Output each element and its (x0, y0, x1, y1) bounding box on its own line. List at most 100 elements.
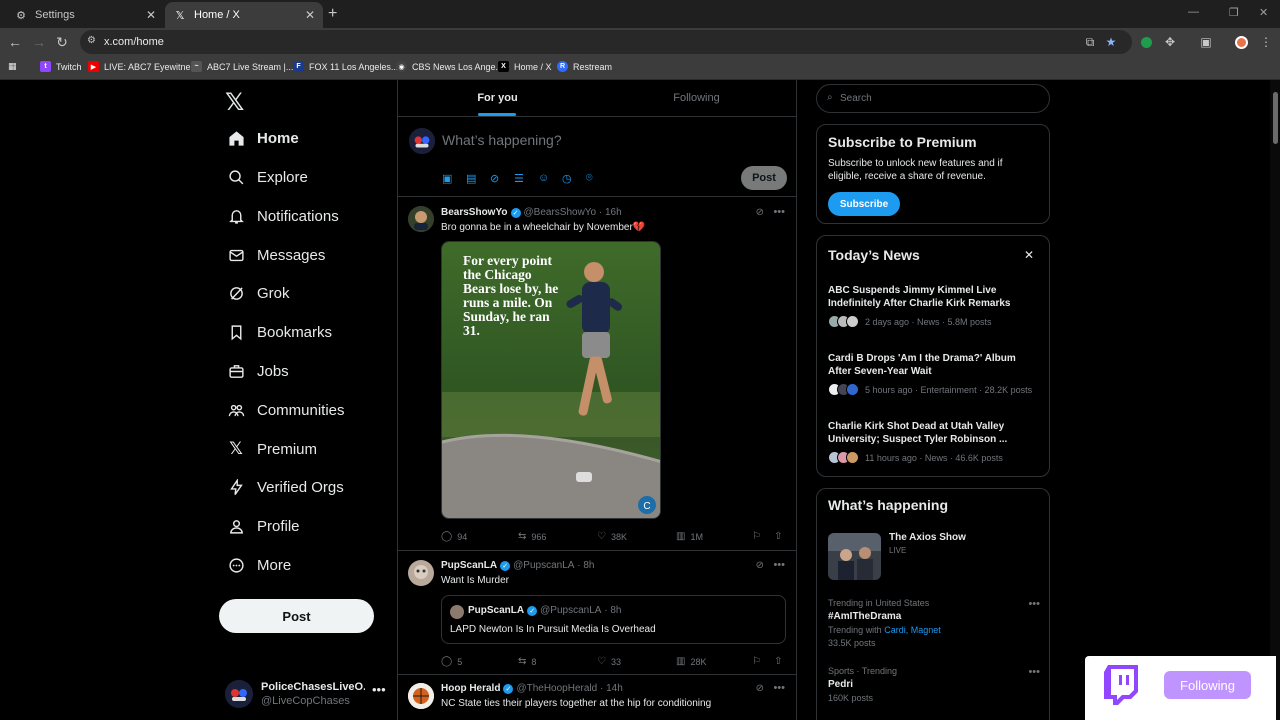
like-button[interactable]: ♡ 38K (597, 531, 627, 542)
bookmark-restream[interactable]: R Restream (557, 61, 612, 72)
reply-button[interactable]: ◯ 5 (441, 656, 462, 667)
tweet-author-name[interactable]: BearsShowYo (441, 207, 508, 218)
menu-icon[interactable]: ⋮ (1259, 35, 1273, 49)
location-icon[interactable]: ⌾ (586, 171, 610, 185)
forward-icon[interactable]: → (30, 33, 48, 51)
puzzle-icon[interactable]: ✥ (1163, 35, 1177, 49)
reload-icon[interactable]: ↻ (53, 33, 71, 51)
sidebar-item-communities[interactable]: Communities (227, 396, 345, 424)
repost-button[interactable]: ⇆ 8 (518, 656, 536, 667)
bookmark-home-x[interactable]: X Home / X (498, 61, 552, 72)
tweet-image[interactable]: C For every point the Chicago Bears lose… (441, 241, 661, 519)
grok-icon[interactable]: ⊘ (756, 207, 764, 218)
news-item[interactable]: Charlie Kirk Shot Dead at Utah Valley Un… (828, 420, 1033, 464)
tab-following[interactable]: Following (597, 80, 796, 116)
sidebar-item-explore[interactable]: Explore (227, 163, 308, 191)
trend-item[interactable]: Sports · Trending Pedri 160K posts ••• (828, 666, 1040, 703)
tweet-author-handle[interactable]: @TheHoopHerald (516, 683, 597, 694)
sidebar-item-grok[interactable]: Grok (227, 279, 290, 307)
apps-icon[interactable]: ▦ (8, 61, 17, 72)
sidebar-item-verified-orgs[interactable]: Verified Orgs (227, 473, 344, 501)
sidebar-item-notifications[interactable]: Notifications (227, 202, 339, 230)
bookmark-abc7-eyewitness[interactable]: ▶ LIVE: ABC7 Eyewitne... (88, 61, 198, 72)
install-app-icon[interactable]: ⧉ (1083, 35, 1097, 49)
emoji-icon[interactable]: ☺ (538, 171, 562, 185)
more-icon[interactable]: ••• (773, 682, 785, 694)
new-tab-button[interactable]: + (328, 5, 337, 23)
compose-post-button[interactable]: Post (741, 166, 787, 190)
close-icon[interactable]: ✕ (146, 8, 156, 22)
sidebar-item-premium[interactable]: 𝕏 Premium (227, 435, 317, 463)
like-button[interactable]: ♡ 33 (597, 656, 621, 667)
reply-button[interactable]: ◯ 94 (441, 531, 467, 542)
tweet-author-name[interactable]: PupScanLA (441, 560, 497, 571)
more-icon[interactable]: ••• (1028, 598, 1040, 610)
share-button[interactable]: ⇧ (774, 531, 787, 542)
search-input[interactable]: ⌕ Search (816, 84, 1050, 113)
scrollbar-thumb[interactable] (1273, 92, 1278, 144)
tweet[interactable]: Hoop Herald ✓ @TheHoopHerald · 14h ⊘ •••… (398, 675, 796, 720)
news-item[interactable]: Cardi B Drops 'Am I the Drama?' Album Af… (828, 352, 1033, 396)
sidebar-item-more[interactable]: More (227, 551, 291, 579)
views-button[interactable]: ▥ 1M (676, 531, 703, 542)
account-switcher[interactable]: PoliceChasesLiveO... @LiveCopChases ••• (225, 676, 390, 712)
extension-green-icon[interactable] (1139, 35, 1153, 49)
trend-with-links[interactable]: Cardi, Magnet (884, 625, 941, 635)
star-icon[interactable]: ★ (1104, 35, 1118, 49)
post-button[interactable]: Post (219, 599, 374, 633)
tweet-time[interactable]: 16h (605, 207, 622, 218)
avatar[interactable] (408, 683, 434, 709)
tweet-author-handle[interactable]: @BearsShowYo (524, 207, 597, 218)
back-icon[interactable]: ← (6, 33, 24, 51)
more-icon[interactable]: ••• (773, 206, 785, 218)
avatar[interactable] (408, 206, 434, 232)
bookmark-twitch[interactable]: t Twitch (40, 61, 82, 72)
grok-icon[interactable]: ⊘ (490, 171, 514, 185)
bookmark-fox11[interactable]: F FOX 11 Los Angeles... (293, 61, 398, 72)
tab-for-you[interactable]: For you (398, 80, 597, 116)
tweet[interactable]: BearsShowYo ✓ @BearsShowYo · 16h ⊘ ••• B… (398, 197, 796, 551)
close-icon[interactable]: ✕ (1024, 248, 1034, 262)
bookmark-button[interactable]: ⚐ (752, 531, 766, 542)
repost-button[interactable]: ⇆ 966 (518, 531, 546, 542)
avatar[interactable] (1234, 35, 1248, 49)
minimize-icon[interactable]: — (1188, 6, 1199, 18)
live-thumbnail[interactable] (828, 533, 881, 580)
tweet-time[interactable]: 8h (583, 560, 594, 571)
schedule-icon[interactable]: ◷ (562, 171, 586, 185)
more-icon[interactable]: ••• (773, 559, 785, 571)
sidebar-item-messages[interactable]: Messages (227, 241, 325, 269)
close-window-icon[interactable]: ✕ (1259, 6, 1268, 19)
grok-icon[interactable]: ⊘ (756, 560, 764, 571)
share-button[interactable]: ⇧ (774, 656, 787, 667)
avatar[interactable] (408, 560, 434, 586)
bookmark-button[interactable]: ⚐ (752, 656, 766, 667)
sidebar-item-bookmarks[interactable]: Bookmarks (227, 318, 332, 346)
sidepanel-icon[interactable]: ▣ (1199, 35, 1213, 49)
tweet[interactable]: PupScanLA ✓ @PupscanLA · 8h ⊘ ••• Want I… (398, 551, 796, 675)
twitch-following-button[interactable]: Following (1164, 671, 1251, 699)
restore-icon[interactable]: ❐ (1229, 6, 1239, 19)
poll-icon[interactable]: ☰ (514, 171, 538, 185)
views-button[interactable]: ▥ 28K (676, 656, 706, 667)
site-info-icon[interactable]: ⚙ (87, 35, 101, 49)
compose-input[interactable]: What’s happening? (442, 132, 562, 148)
tweet-time[interactable]: 14h (606, 683, 623, 694)
x-logo-icon[interactable]: 𝕏 (225, 88, 244, 117)
bookmark-cbs-news[interactable]: ◉ CBS News Los Ange... (396, 61, 503, 72)
more-icon[interactable]: ••• (1028, 666, 1040, 678)
close-icon[interactable]: ✕ (305, 8, 315, 22)
sidebar-item-jobs[interactable]: Jobs (227, 357, 289, 385)
sidebar-item-profile[interactable]: Profile (227, 512, 300, 540)
bookmark-abc7-live[interactable]: ~ ABC7 Live Stream |... (191, 61, 293, 72)
more-icon[interactable]: ••• (372, 682, 386, 697)
tab-settings[interactable]: ⚙ Settings ✕ (6, 2, 164, 28)
tab-home-x[interactable]: 𝕏 Home / X ✕ (165, 2, 323, 28)
subscribe-button[interactable]: Subscribe (828, 192, 900, 216)
live-title[interactable]: The Axios Show (889, 532, 966, 543)
grok-icon[interactable]: ⊘ (756, 683, 764, 694)
address-bar[interactable]: ⚙ x.com/home ⧉ ★ (80, 30, 1132, 54)
tweet-author-handle[interactable]: @PupscanLA (513, 560, 574, 571)
quoted-tweet[interactable]: PupScanLA ✓ @PupscanLA · 8h LAPD Newton … (441, 595, 786, 644)
gif-icon[interactable]: ▤ (466, 171, 490, 185)
